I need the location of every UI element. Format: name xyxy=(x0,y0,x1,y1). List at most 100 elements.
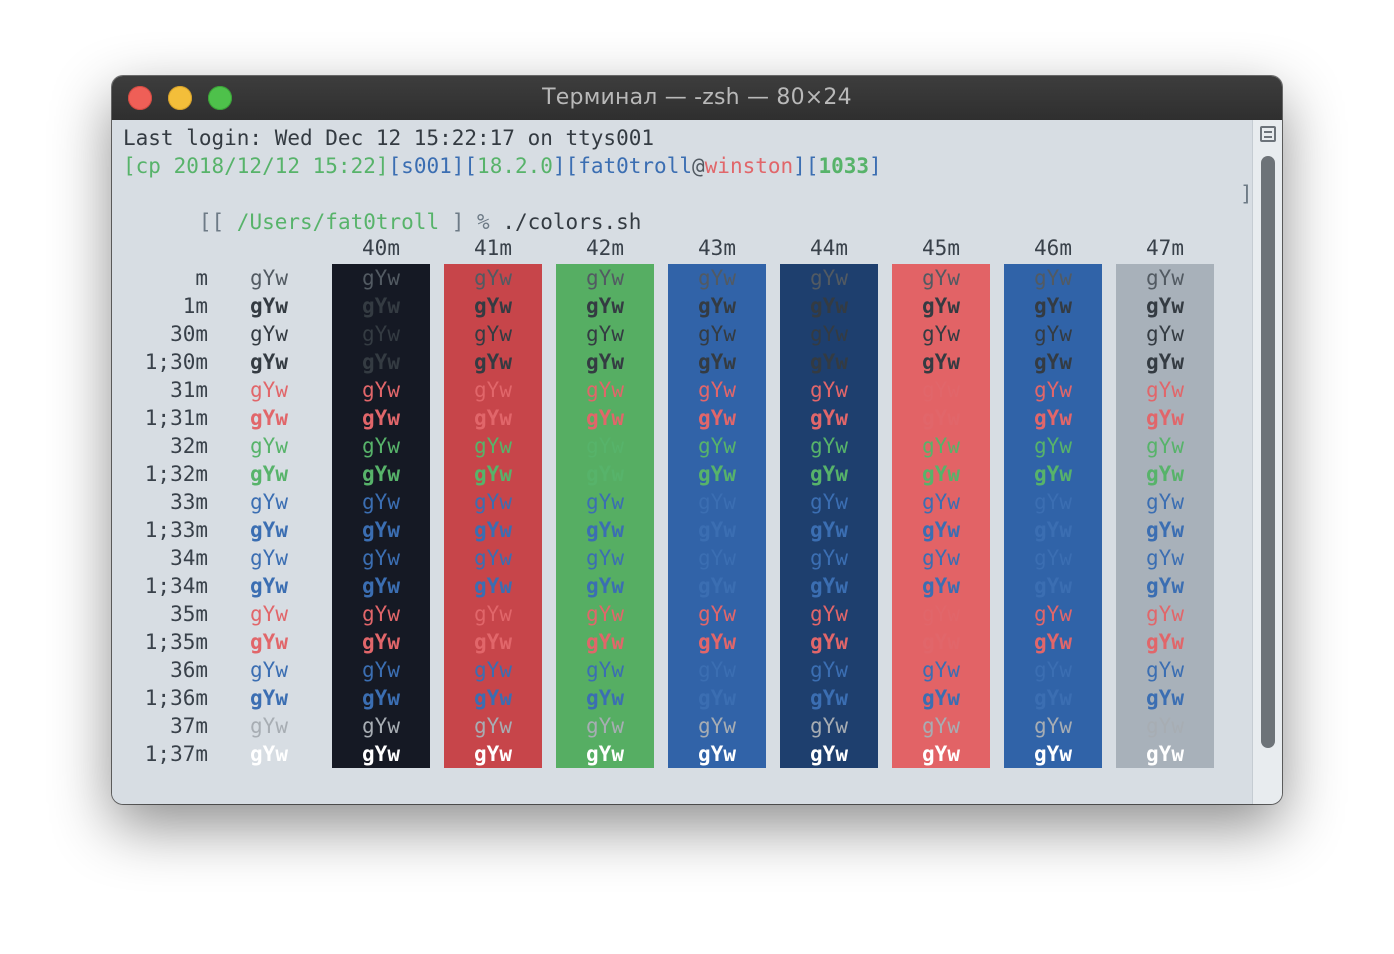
scrollbar-thumb[interactable] xyxy=(1261,156,1275,748)
color-sample: gYw xyxy=(250,434,288,458)
color-sample: gYw xyxy=(250,266,288,290)
prompt-right-bracket: ] xyxy=(1240,182,1253,206)
prompt-close: ] % xyxy=(439,210,490,234)
color-sample: gYw xyxy=(362,714,400,738)
color-sample: gYw xyxy=(250,350,288,374)
color-sample: gYw xyxy=(1034,294,1072,318)
color-sample: gYw xyxy=(810,686,848,710)
color-sample: gYw xyxy=(586,266,624,290)
color-sample: gYw xyxy=(362,658,400,682)
color-sample: gYw xyxy=(922,546,960,570)
color-sample: gYw xyxy=(250,546,288,570)
color-sample: gYw xyxy=(362,462,400,486)
color-sample: gYw xyxy=(698,406,736,430)
color-sample: gYw xyxy=(810,294,848,318)
color-sample: gYw xyxy=(1146,294,1184,318)
color-sample: gYw xyxy=(1146,350,1184,374)
color-sample: gYw xyxy=(362,490,400,514)
row-label: 34m xyxy=(170,546,208,570)
color-sample: gYw xyxy=(698,742,736,766)
color-sample: gYw xyxy=(250,322,288,346)
color-sample: gYw xyxy=(474,574,512,598)
row-label: 1m xyxy=(182,294,208,318)
window-title: Терминал — -zsh — 80×24 xyxy=(542,85,852,110)
color-sample: gYw xyxy=(810,406,848,430)
color-sample: gYw xyxy=(922,322,960,346)
color-sample: gYw xyxy=(474,462,512,486)
color-sample: gYw xyxy=(250,518,288,542)
color-sample: gYw xyxy=(474,602,512,626)
color-sample: gYw xyxy=(362,546,400,570)
prompt-segment: [ xyxy=(388,154,402,178)
color-sample: gYw xyxy=(1146,434,1184,458)
color-sample: gYw xyxy=(474,630,512,654)
color-sample: gYw xyxy=(1146,518,1184,542)
color-sample: gYw xyxy=(250,686,288,710)
color-sample: gYw xyxy=(250,294,288,318)
color-sample: gYw xyxy=(474,266,512,290)
color-sample: gYw xyxy=(698,630,736,654)
color-sample: gYw xyxy=(1146,742,1184,766)
scrollbar-menu-icon[interactable] xyxy=(1260,126,1276,142)
color-sample: gYw xyxy=(1034,742,1072,766)
color-sample: gYw xyxy=(250,714,288,738)
color-sample: gYw xyxy=(1146,322,1184,346)
column-header: 43m xyxy=(698,236,736,260)
row-label: 37m xyxy=(170,714,208,738)
color-sample: gYw xyxy=(250,602,288,626)
color-sample: gYw xyxy=(810,630,848,654)
color-sample: gYw xyxy=(698,602,736,626)
color-sample: gYw xyxy=(474,350,512,374)
color-sample: gYw xyxy=(810,742,848,766)
scrollbar[interactable] xyxy=(1252,120,1282,804)
color-sample: gYw xyxy=(810,490,848,514)
color-sample: gYw xyxy=(922,602,960,626)
color-sample: gYw xyxy=(922,658,960,682)
color-sample: gYw xyxy=(362,518,400,542)
color-sample: gYw xyxy=(1034,658,1072,682)
color-sample: gYw xyxy=(1034,490,1072,514)
color-sample: gYw xyxy=(1146,546,1184,570)
color-sample: gYw xyxy=(698,294,736,318)
color-sample: gYw xyxy=(362,294,400,318)
prompt-segment: fat0troll xyxy=(578,154,692,178)
color-sample: gYw xyxy=(810,322,848,346)
color-sample: gYw xyxy=(698,518,736,542)
prompt-segment: ][ xyxy=(451,154,478,178)
color-sample: gYw xyxy=(474,294,512,318)
color-sample: gYw xyxy=(1146,714,1184,738)
color-sample: gYw xyxy=(922,350,960,374)
color-sample: gYw xyxy=(1146,406,1184,430)
color-sample: gYw xyxy=(1034,714,1072,738)
color-sample: gYw xyxy=(362,378,400,402)
color-sample: gYw xyxy=(586,462,624,486)
color-sample: gYw xyxy=(474,434,512,458)
color-sample: gYw xyxy=(1034,406,1072,430)
color-sample: gYw xyxy=(698,490,736,514)
color-sample: gYw xyxy=(1146,266,1184,290)
color-sample: gYw xyxy=(474,490,512,514)
color-sample: gYw xyxy=(362,630,400,654)
color-sample: gYw xyxy=(474,378,512,402)
prompt-path: /Users/fat0troll xyxy=(236,210,440,234)
terminal-content[interactable]: Last login: Wed Dec 12 15:22:17 on ttys0… xyxy=(112,120,1253,804)
color-sample: gYw xyxy=(922,462,960,486)
color-sample: gYw xyxy=(922,434,960,458)
row-label: 1;31m xyxy=(144,406,208,430)
row-label: 1;32m xyxy=(144,462,208,486)
color-sample: gYw xyxy=(1034,350,1072,374)
prompt-segment: ][ xyxy=(793,154,819,178)
color-sample: gYw xyxy=(586,658,624,682)
title-bar[interactable]: Терминал — -zsh — 80×24 xyxy=(112,76,1282,121)
color-sample: gYw xyxy=(922,630,960,654)
color-sample: gYw xyxy=(1146,686,1184,710)
color-sample: gYw xyxy=(1146,490,1184,514)
row-label: 31m xyxy=(170,378,208,402)
color-sample: gYw xyxy=(1146,658,1184,682)
color-sample: gYw xyxy=(698,266,736,290)
color-sample: gYw xyxy=(586,434,624,458)
prompt-segment: 1033 xyxy=(818,154,870,178)
color-sample: gYw xyxy=(698,714,736,738)
column-header: 44m xyxy=(810,236,848,260)
color-sample: gYw xyxy=(922,406,960,430)
